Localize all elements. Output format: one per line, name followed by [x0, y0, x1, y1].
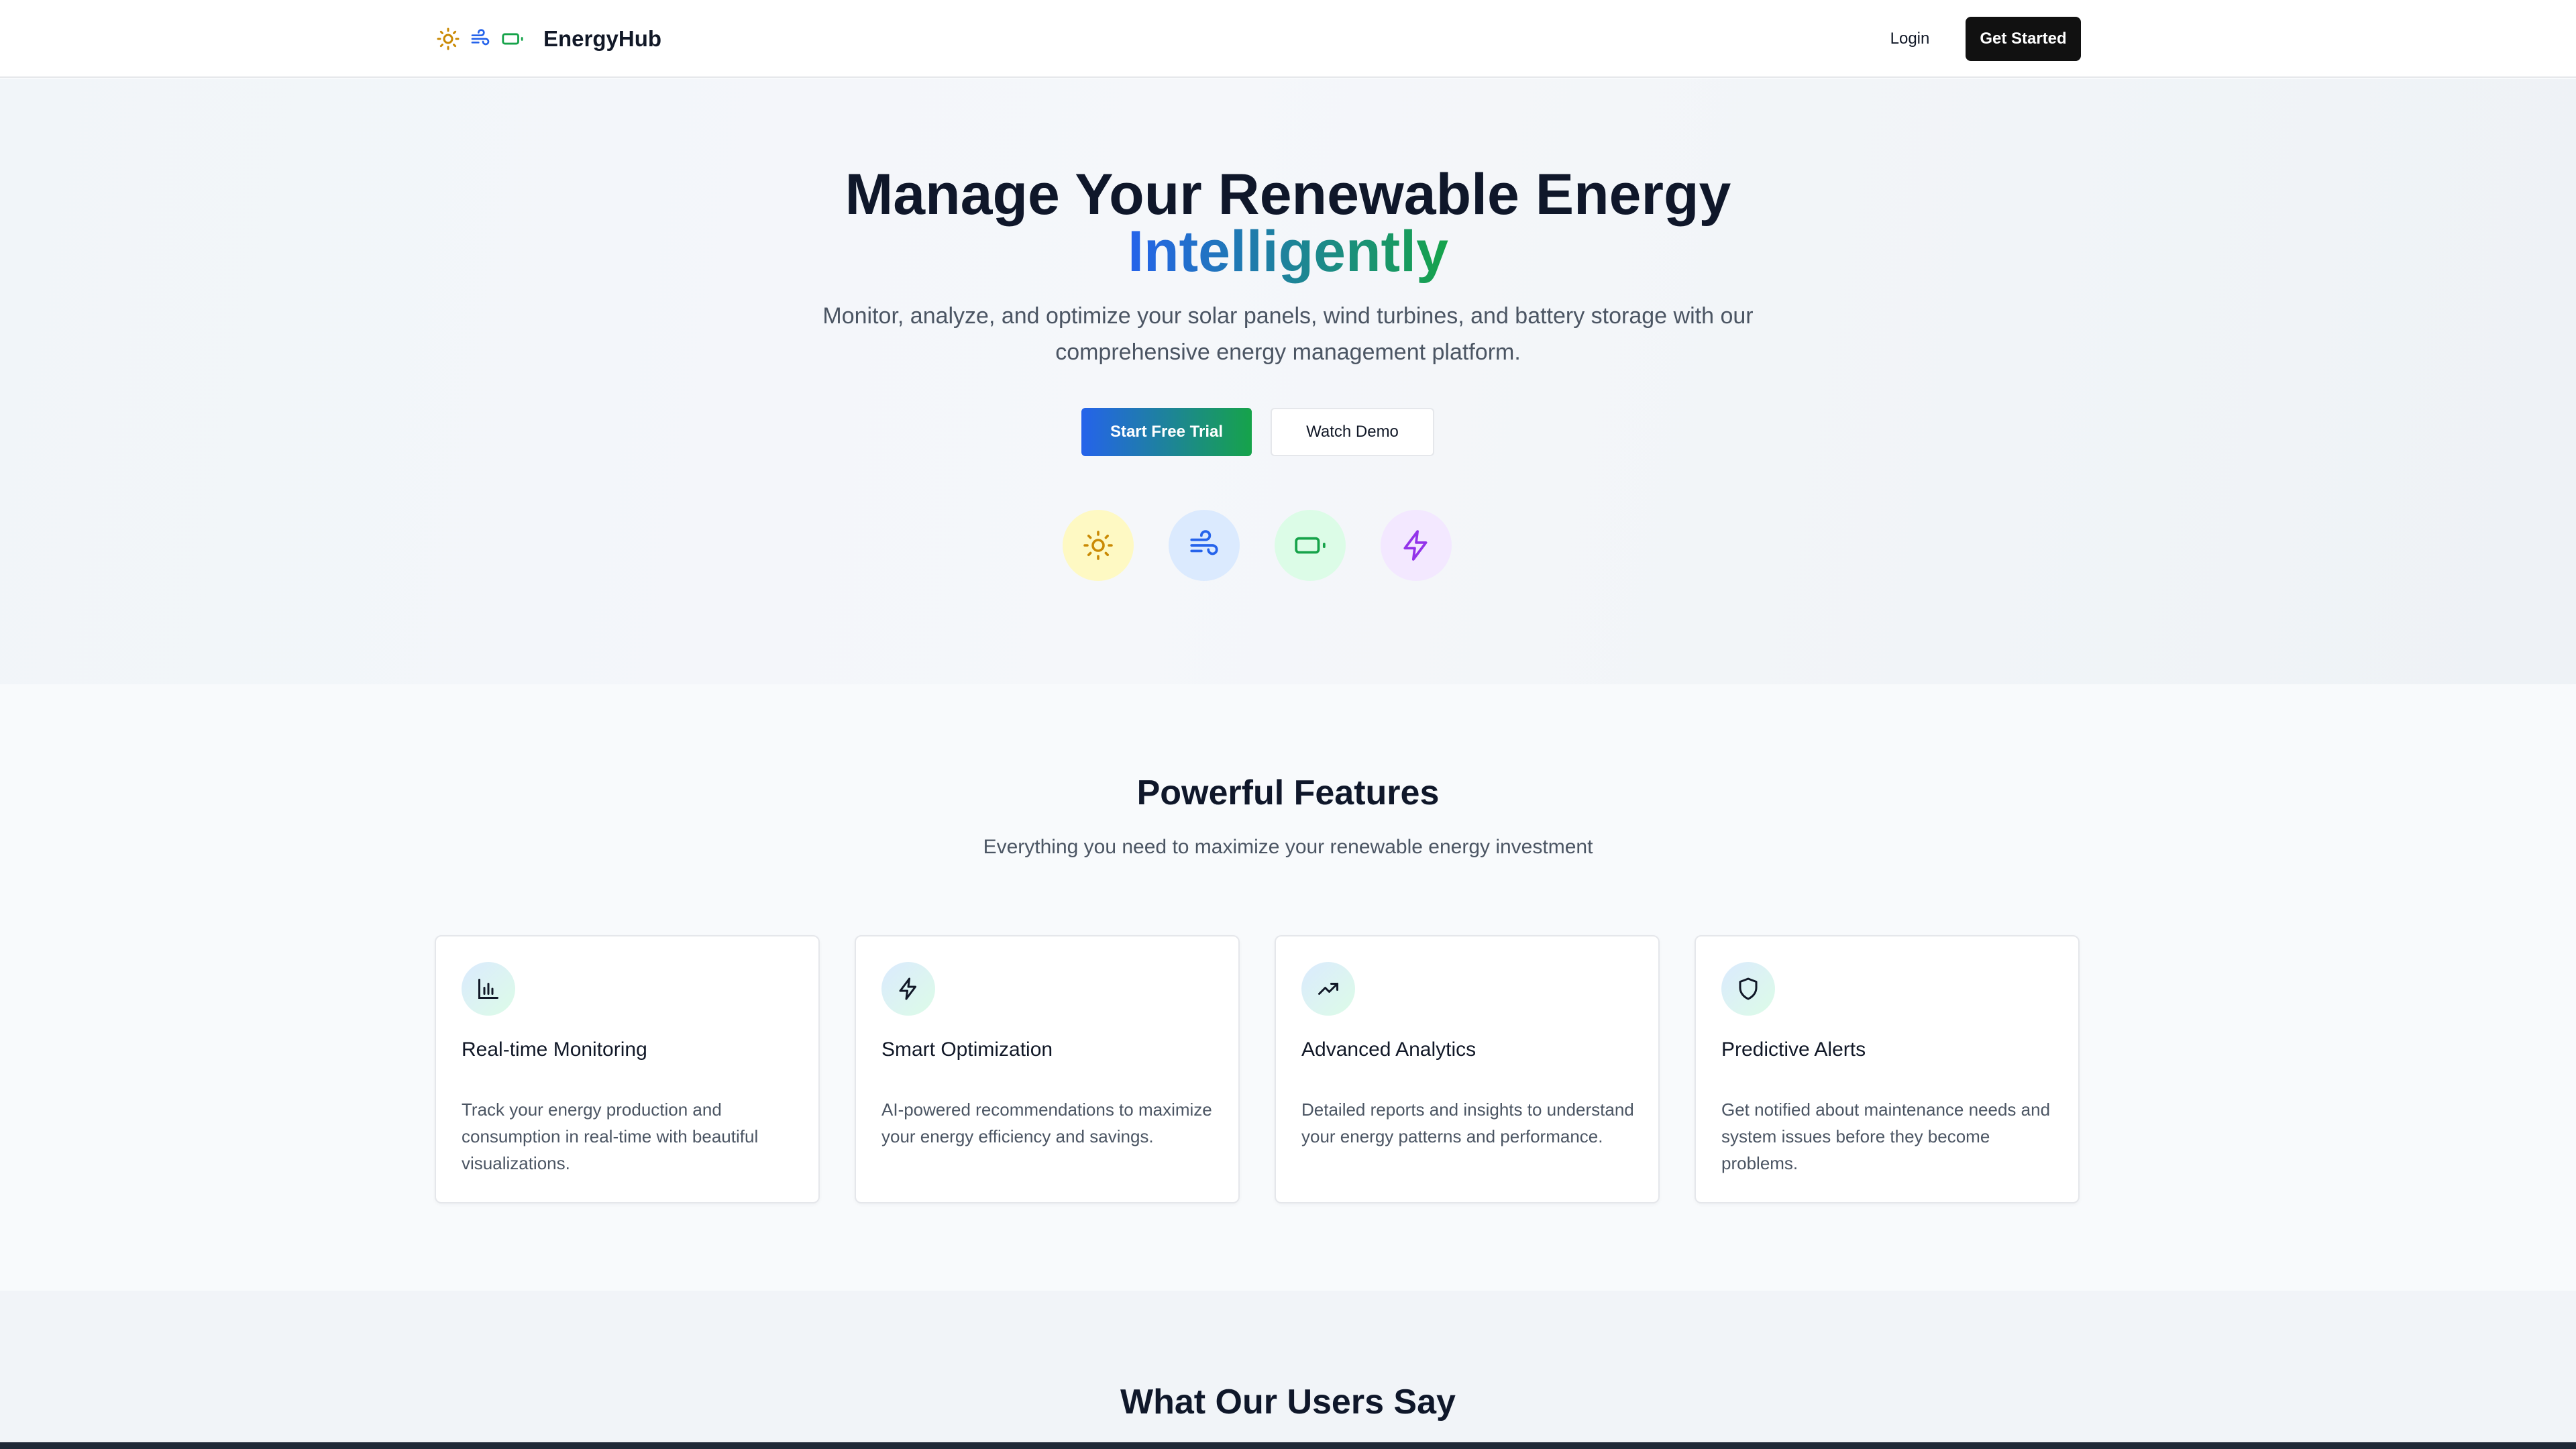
features-title: Powerful Features	[1136, 773, 1440, 812]
zap-icon	[899, 977, 916, 1000]
trending-up-icon	[1318, 983, 1338, 995]
wind-icon	[1190, 530, 1218, 555]
start-free-trial-button[interactable]: Start Free Trial	[1081, 408, 1252, 456]
sun-icon	[1083, 531, 1113, 560]
feature-icon-wrap	[1301, 962, 1355, 1016]
hero-section: Manage Your Renewable Energy Intelligent…	[0, 79, 2576, 684]
battery-icon	[1295, 537, 1326, 554]
bottom-edge-bar	[0, 1442, 2576, 1449]
zap-icon	[1403, 530, 1428, 561]
battery-icon	[499, 25, 526, 52]
feature-description: Get notified about maintenance needs and…	[1721, 1099, 2051, 1173]
brand-name: EnergyHub	[543, 26, 662, 51]
features-subtitle: Everything you need to maximize your ren…	[983, 836, 1593, 858]
testimonials-title: What Our Users Say	[1120, 1383, 1456, 1421]
login-button[interactable]: Login	[1872, 19, 1948, 59]
bar-chart-icon	[478, 979, 498, 999]
feature-title: Smart Optimization	[881, 1038, 1053, 1061]
sun-icon	[435, 25, 462, 52]
feature-title: Real-time Monitoring	[462, 1038, 647, 1061]
wind-badge	[1169, 510, 1240, 581]
feature-description: Detailed reports and insights to underst…	[1301, 1099, 1634, 1146]
shield-icon	[1739, 977, 1758, 1000]
features-section: Powerful Features Everything you need to…	[0, 684, 2576, 1291]
feature-card-monitoring: Real-time Monitoring Track your energy p…	[435, 935, 820, 1203]
hero-subtitle: Monitor, analyze, and optimize your sola…	[822, 303, 1754, 365]
hero-highlight-text: Intelligently	[1128, 219, 1448, 284]
feature-card-alerts: Predictive Alerts Get notified about mai…	[1695, 935, 2080, 1203]
hero-title: Manage Your Renewable Energy	[845, 162, 1731, 227]
feature-title: Advanced Analytics	[1301, 1038, 1477, 1061]
feature-card-analytics: Advanced Analytics Detailed reports and …	[1275, 935, 1660, 1203]
testimonials-section: What Our Users Say	[0, 1291, 2576, 1442]
feature-icon-wrap	[1721, 962, 1775, 1016]
feature-description: Track your energy production and consump…	[462, 1099, 759, 1173]
feature-icon-wrap	[462, 962, 515, 1016]
brand-logo[interactable]: EnergyHub	[435, 23, 661, 55]
solar-badge	[1063, 510, 1134, 581]
battery-badge	[1275, 510, 1346, 581]
power-badge	[1381, 510, 1452, 581]
feature-icon-wrap	[881, 962, 935, 1016]
hero-highlight: Intelligently	[0, 221, 2576, 282]
watch-demo-button[interactable]: Watch Demo	[1271, 408, 1434, 456]
feature-title: Predictive Alerts	[1721, 1038, 1866, 1061]
get-started-button[interactable]: Get Started	[1966, 17, 2081, 61]
feature-card-optimization: Smart Optimization AI-powered recommenda…	[855, 935, 1240, 1203]
feature-description: AI-powered recommendations to maximize y…	[881, 1099, 1212, 1146]
wind-icon	[467, 25, 494, 52]
top-navbar: EnergyHub Login Get Started	[0, 0, 2576, 78]
